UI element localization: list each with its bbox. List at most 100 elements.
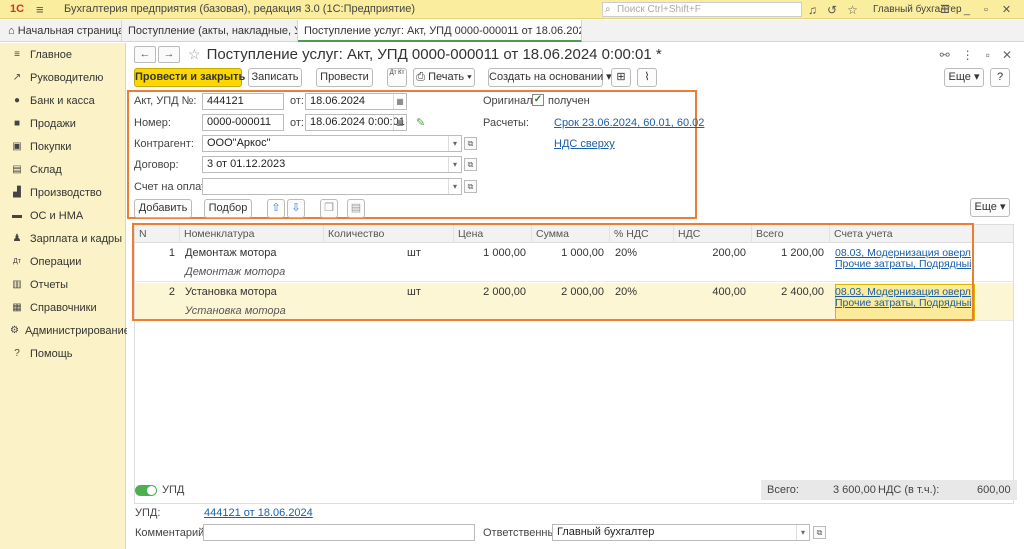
sidebar-item-directories[interactable]: ▦ Справочники xyxy=(0,296,125,319)
back-button[interactable]: ← xyxy=(134,46,156,63)
vat-on-top-link[interactable]: НДС сверху xyxy=(554,138,615,150)
upd-link[interactable]: 444121 от 18.06.2024 xyxy=(204,507,313,519)
bell-icon[interactable]: ♫ xyxy=(808,3,817,17)
sidebar-item-main[interactable]: ≡ Главное xyxy=(0,43,125,66)
report-icon: ▥ xyxy=(12,279,22,290)
sidebar-item-reports[interactable]: ▥ Отчеты xyxy=(0,273,125,296)
sidebar-item-warehouse[interactable]: ▤ Склад xyxy=(0,158,125,181)
sidebar-item-label: Операции xyxy=(30,255,82,268)
calendar-icon[interactable]: ▦ xyxy=(393,94,406,109)
favorites-star-icon[interactable]: ☆ xyxy=(847,3,858,17)
add-row-button[interactable]: Добавить xyxy=(134,199,192,218)
minimize-icon[interactable]: _ xyxy=(964,4,970,16)
forward-button[interactable]: → xyxy=(158,46,180,63)
save-button[interactable]: Записать xyxy=(248,68,302,87)
number-date-label: от: xyxy=(290,117,304,129)
sidebar-item-operations[interactable]: Дт Операции xyxy=(0,250,125,273)
global-search-input[interactable]: ⌕ Поиск Ctrl+Shift+F xyxy=(602,2,802,17)
sidebar: ≡ Главное ↗ Руководителю ● Банк и касса ■ Пр… xyxy=(0,43,130,549)
sidebar-item-fixed-assets[interactable]: ▬ ОС и НМА xyxy=(0,204,125,227)
sidebar-item-label: Главное xyxy=(30,48,73,61)
act-number-field[interactable]: 444121 xyxy=(202,93,284,110)
dt-kt-button[interactable]: Дт Кт xyxy=(387,68,407,87)
chevron-down-icon: ▾ xyxy=(996,201,1006,213)
title-bar: 1С ≡ Бухгалтерия предприятия (базовая), … xyxy=(0,0,1024,19)
history-icon[interactable]: ↺ xyxy=(827,3,837,17)
gear-icon: ⚙ xyxy=(10,325,19,336)
home-icon: ⌂ xyxy=(8,25,18,37)
favorite-star-icon[interactable]: ☆ xyxy=(188,46,201,63)
post-and-close-button[interactable]: Провести и закрыть xyxy=(134,68,245,87)
original-received-checkbox[interactable]: ✓ xyxy=(532,94,544,106)
vat-total-value: 600,00 xyxy=(977,484,1011,496)
open-responsible-icon[interactable]: ⧉ xyxy=(813,526,826,539)
invoice-field[interactable]: ▾ xyxy=(202,178,462,195)
attach-file-button[interactable]: ⌇ xyxy=(637,68,657,87)
sidebar-item-label: Склад xyxy=(30,163,62,176)
hamburger-menu-icon[interactable]: ≡ xyxy=(36,2,52,17)
contractor-field[interactable]: ООО"Аркос" ▾ xyxy=(202,135,462,152)
contractor-value: ООО"Аркос" xyxy=(207,137,271,149)
more-vertical-icon[interactable]: ⋮ xyxy=(962,48,974,62)
dt-kt-icon: Дт xyxy=(13,258,21,265)
sidebar-item-management[interactable]: ↗ Руководителю xyxy=(0,66,125,89)
open-contract-icon[interactable]: ⧉ xyxy=(464,158,477,171)
arrow-up-icon: ⇧ xyxy=(271,202,281,214)
contract-label: Договор: xyxy=(134,159,179,171)
close-icon[interactable]: ✕ xyxy=(1002,3,1011,16)
post-button[interactable]: Провести xyxy=(316,68,373,87)
tab-current-document[interactable]: Поступление услуг: Акт, УПД 0000-000011 … xyxy=(298,20,582,42)
edit-number-icon[interactable]: ✎ xyxy=(416,116,425,129)
sidebar-item-purchases[interactable]: ▣ Покупки xyxy=(0,135,125,158)
chevron-down-icon[interactable]: ▾ xyxy=(448,157,461,172)
responsible-field[interactable]: Главный бухгалтер ▾ xyxy=(552,524,810,541)
link-icon[interactable]: ⚯ xyxy=(940,48,950,62)
tab-label: Начальная страница xyxy=(17,25,122,37)
sidebar-item-bank[interactable]: ● Банк и касса xyxy=(0,89,125,112)
print-button[interactable]: ⎙ Печать ▾ xyxy=(413,68,475,87)
settlements-link[interactable]: Срок 23.06.2024, 60.01, 60.02 xyxy=(554,117,704,129)
tab-home[interactable]: ⌂ Начальная страница xyxy=(0,20,122,42)
open-invoice-icon[interactable]: ⧉ xyxy=(464,180,477,193)
sidebar-item-help[interactable]: ? Помощь xyxy=(0,342,125,365)
contract-value: 3 от 01.12.2023 xyxy=(207,158,286,170)
sidebar-item-sales[interactable]: ■ Продажи xyxy=(0,112,125,135)
calendar-icon[interactable]: ▦ xyxy=(393,115,406,130)
number-field[interactable]: 0000-000011 xyxy=(202,114,284,131)
create-based-on-button[interactable]: Создать на основании ▾ xyxy=(488,68,612,87)
chevron-down-icon[interactable]: ▾ xyxy=(448,136,461,151)
upd-toggle[interactable] xyxy=(135,485,157,496)
open-tabs-bar: ⌂ Начальная страница Поступление (акты, … xyxy=(0,20,1024,42)
open-contractor-icon[interactable]: ⧉ xyxy=(464,137,477,150)
contract-field[interactable]: 3 от 01.12.2023 ▾ xyxy=(202,156,462,173)
move-up-button[interactable]: ⇧ xyxy=(267,199,285,218)
maximize-form-icon[interactable]: ▫ xyxy=(986,48,990,62)
form-window-icons: ⚯ ⋮ ▫ ✕ xyxy=(940,48,1012,62)
responsible-value: Главный бухгалтер xyxy=(557,526,655,538)
pick-button[interactable]: Подбор xyxy=(204,199,252,218)
structure-button[interactable]: ⊞ xyxy=(611,68,631,87)
tab-receipts-list[interactable]: Поступление (акты, накладные, УПД) xyxy=(122,20,298,42)
act-number-label: Акт, УПД №: xyxy=(134,95,197,107)
sidebar-item-administration[interactable]: ⚙ Администрирование xyxy=(0,319,130,342)
more-button[interactable]: Еще ▾ xyxy=(944,68,984,87)
sidebar-item-production[interactable]: ▟ Производство xyxy=(0,181,125,204)
comment-field[interactable] xyxy=(203,524,475,541)
paperclip-icon: ⌇ xyxy=(644,71,650,83)
sidebar-item-payroll[interactable]: ♟ Зарплата и кадры xyxy=(0,227,125,250)
chevron-down-icon[interactable]: ▾ xyxy=(448,179,461,194)
close-form-icon[interactable]: ✕ xyxy=(1002,48,1012,62)
chevron-down-icon[interactable]: ▾ xyxy=(796,525,809,540)
paste-row-button[interactable]: ▤ xyxy=(347,199,365,218)
number-label: Номер: xyxy=(134,117,171,129)
copy-row-button[interactable]: ❐ xyxy=(320,199,338,218)
maximize-icon[interactable]: ▫ xyxy=(984,4,988,16)
settings-icon[interactable]: ☰ xyxy=(940,3,950,16)
act-date-field[interactable]: 18.06.2024 ▦ xyxy=(305,93,407,110)
help-button[interactable]: ? xyxy=(990,68,1010,87)
table-more-button[interactable]: Еще ▾ xyxy=(970,198,1010,217)
number-date-field[interactable]: 18.06.2024 0:00:01 ▦ xyxy=(305,114,407,131)
tab-label: Поступление услуг: Акт, УПД 0000-000011 … xyxy=(304,25,581,37)
total-value: 3 600,00 xyxy=(833,484,876,496)
move-down-button[interactable]: ⇩ xyxy=(287,199,305,218)
